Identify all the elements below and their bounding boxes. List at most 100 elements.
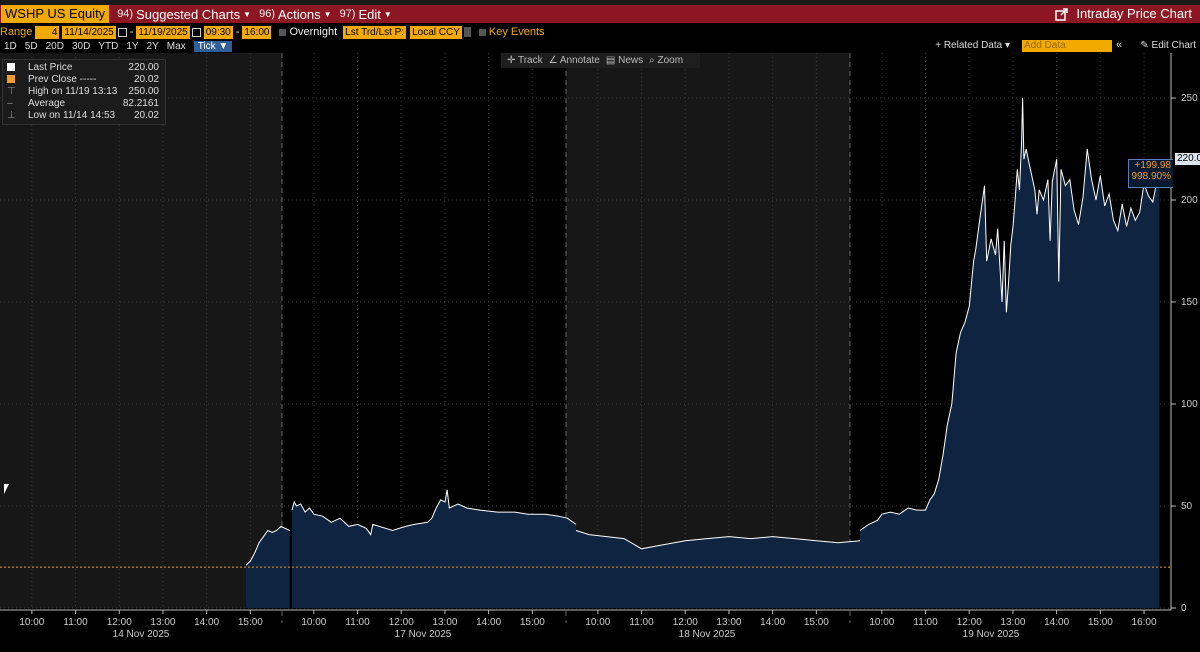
menu-bar: WSHP US Equity 94) Suggested Charts ▼ 96… xyxy=(0,5,1200,23)
range-value-field[interactable]: 4 xyxy=(35,25,60,39)
x-tick-label: 10:00 xyxy=(869,617,894,628)
last-price-tag: 220.0 xyxy=(1175,153,1200,165)
crosshair-icon: ✛ xyxy=(507,55,518,66)
x-tick-label: 15:00 xyxy=(804,617,829,628)
chart-title-text: Intraday Price Chart xyxy=(1076,6,1192,21)
magnifier-icon: ⌕ xyxy=(649,55,658,66)
legend-value: 20.02 xyxy=(133,74,159,85)
end-time-field[interactable]: 16:00 xyxy=(242,25,272,39)
edit-chart-label: Edit Chart xyxy=(1151,40,1196,51)
x-axis: 10:00 11:00 12:00 13:00 14:00 15:00 10:00 11:00… xyxy=(0,609,1171,640)
key-events-checkbox[interactable] xyxy=(478,28,486,36)
x-tick-label: 12:00 xyxy=(957,617,982,628)
legend-value: 20.02 xyxy=(133,110,159,121)
legend-panel[interactable]: Last Price 220.00 Prev Close ----- 20.02 ⊤… xyxy=(2,59,166,125)
edit-menu[interactable]: 97) Edit ▼ xyxy=(332,7,392,22)
legend-label: High on 11/19 13:13 xyxy=(28,86,118,97)
y-tick-label: 100 xyxy=(1181,399,1198,410)
zoom-tool[interactable]: ⌕ Zoom xyxy=(649,55,683,66)
time-separator: - xyxy=(235,26,240,38)
date-separator: - xyxy=(129,26,134,38)
collapse-chevron-icon[interactable]: « xyxy=(1116,39,1122,51)
annotate-tool[interactable]: ∠ Annotate xyxy=(549,55,600,66)
x-tick-label: 11:00 xyxy=(629,617,654,628)
suggested-charts-menu[interactable]: 94) Suggested Charts ▼ xyxy=(109,7,251,22)
currency-dropdown-icon[interactable] xyxy=(463,27,471,37)
legend-label: Prev Close ----- xyxy=(28,74,97,85)
edit-chart-button[interactable]: ✎ Edit Chart xyxy=(1140,40,1196,51)
x-tick-label: 13:00 xyxy=(716,617,741,628)
change-badge: +199.98 998.90% xyxy=(1128,159,1173,188)
x-tick-label: 10:00 xyxy=(19,617,44,628)
chart-title[interactable]: Intraday Price Chart xyxy=(1055,5,1192,23)
orange-swatch-icon xyxy=(7,75,15,83)
caret-down-icon: ▼ xyxy=(243,9,252,19)
legend-value: 82.2161 xyxy=(122,98,159,109)
track-tool[interactable]: ✛ Track xyxy=(507,55,543,66)
ticker-field[interactable]: WSHP US Equity xyxy=(1,5,110,23)
x-tick-label: 13:00 xyxy=(150,617,175,628)
mouse-cursor-icon xyxy=(4,484,9,494)
period-button[interactable]: 1Y xyxy=(126,41,138,52)
x-tick-label: 13:00 xyxy=(1000,617,1025,628)
menu-label: Edit xyxy=(358,6,381,22)
start-time-field[interactable]: 09:30 xyxy=(203,25,233,39)
session-band xyxy=(0,53,282,608)
external-link-icon xyxy=(1055,7,1069,21)
start-date-field[interactable]: 11/14/2025 xyxy=(62,25,116,39)
period-button[interactable]: 30D xyxy=(72,41,90,52)
legend-average: – Average 82.2161 xyxy=(7,98,159,110)
x-tick-label: 12:00 xyxy=(389,617,414,628)
x-tick-label: 11:00 xyxy=(913,617,938,628)
period-button[interactable]: YTD xyxy=(98,41,118,52)
day-label: 14 Nov 2025 xyxy=(113,629,170,640)
end-date-field[interactable]: 11/19/2025 xyxy=(136,25,190,39)
legend-value: 250.00 xyxy=(128,86,159,97)
change-percent: 998.90% xyxy=(1131,171,1171,182)
actions-menu[interactable]: 96) Actions ▼ xyxy=(251,7,331,22)
price-chart[interactable]: 0 50 100 150 200 250 10:00 11:00 12:00 13:00 14:0… xyxy=(0,53,1200,652)
y-tick-label: 0 xyxy=(1181,603,1187,614)
range-controls: Range 4 11/14/2025 - 11/19/2025 09:30 - … xyxy=(0,25,1200,39)
menu-number: 96) xyxy=(259,8,275,20)
legend-high: ⊤ High on 11/19 13:13 250.00 xyxy=(7,86,159,98)
related-data-button[interactable]: + Related Data ▾ xyxy=(935,40,1010,51)
day-label: 19 Nov 2025 xyxy=(963,629,1020,640)
price-source-field[interactable]: Lst Trd/Lst P: xyxy=(343,25,407,39)
calendar-icon[interactable] xyxy=(191,27,201,37)
period-tick-selected[interactable]: Tick ▼ xyxy=(193,40,233,52)
x-tick-label: 14:00 xyxy=(760,617,785,628)
news-label: News xyxy=(618,55,644,66)
zoom-label: Zoom xyxy=(657,55,684,66)
calendar-icon[interactable] xyxy=(117,27,127,37)
x-tick-label: 10:00 xyxy=(301,617,326,628)
x-tick-label: 12:00 xyxy=(107,617,132,628)
y-tick-label: 150 xyxy=(1181,297,1198,308)
news-icon: ▤ xyxy=(605,55,619,66)
add-data-input[interactable]: Add Data xyxy=(1022,40,1112,52)
chart-toolbar: ✛ Track ∠ Annotate ▤ News ⌕ Zoom xyxy=(501,53,700,68)
day-label: 17 Nov 2025 xyxy=(395,629,452,640)
overnight-checkbox[interactable] xyxy=(279,28,287,36)
overnight-label: Overnight xyxy=(289,26,338,38)
x-tick-label: 11:00 xyxy=(345,617,370,628)
period-button[interactable]: 1D xyxy=(4,41,17,52)
x-tick-label: 15:00 xyxy=(520,617,545,628)
period-button[interactable]: 2Y xyxy=(147,41,159,52)
period-button[interactable]: 5D xyxy=(25,41,38,52)
legend-prev-close: Prev Close ----- 20.02 xyxy=(7,74,159,86)
session-band xyxy=(566,53,850,608)
menu-number: 97) xyxy=(339,8,356,20)
menu-label: Suggested Charts xyxy=(136,6,241,22)
x-tick-label: 14:00 xyxy=(476,617,501,628)
y-tick-label: 50 xyxy=(1181,501,1193,512)
legend-label: Last Price xyxy=(28,62,73,73)
pencil-icon: ∠ xyxy=(548,55,560,66)
pencil-icon: ✎ xyxy=(1140,40,1152,51)
period-button[interactable]: Max xyxy=(167,41,186,52)
currency-field[interactable]: Local CCY xyxy=(410,25,462,39)
day-label: 18 Nov 2025 xyxy=(679,629,736,640)
x-tick-label: 14:00 xyxy=(194,617,219,628)
news-tool[interactable]: ▤ News xyxy=(606,55,643,66)
period-button[interactable]: 20D xyxy=(46,41,64,52)
